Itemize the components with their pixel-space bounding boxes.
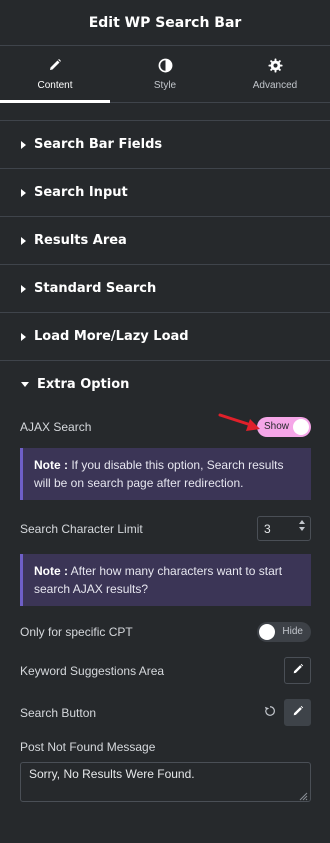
section-label: Extra Option (37, 377, 130, 392)
section-standard-search[interactable]: Standard Search (0, 264, 330, 312)
specific-cpt-toggle[interactable]: Hide (257, 622, 311, 642)
tab-style[interactable]: Style (110, 46, 220, 102)
caret-right-icon (21, 284, 26, 293)
panel-title: Edit WP Search Bar (0, 0, 330, 46)
toggle-knob (293, 419, 309, 435)
ajax-search-label: AJAX Search (20, 420, 92, 434)
specific-cpt-label: Only for specific CPT (20, 625, 133, 639)
search-button-controls (264, 699, 311, 726)
keyword-area-label: Keyword Suggestions Area (20, 663, 165, 678)
caret-right-icon (21, 332, 26, 341)
section-label: Load More/Lazy Load (34, 329, 189, 344)
caret-down-icon (21, 382, 29, 387)
caret-right-icon (21, 236, 26, 245)
resize-grip-icon[interactable] (299, 790, 308, 801)
toggle-show-label: Show (264, 421, 290, 432)
caret-right-icon (21, 188, 26, 197)
toggle-hide-label: Hide (282, 626, 303, 637)
reset-icon[interactable] (264, 705, 276, 720)
not-found-message-value: Sorry, No Results Were Found. (29, 767, 195, 781)
char-limit-row: Search Character Limit 3 (0, 516, 330, 541)
note-text: If you disable this option, Search resul… (34, 458, 284, 490)
ajax-search-toggle[interactable]: Show (257, 417, 311, 437)
note-prefix: Note : (34, 564, 68, 578)
tab-style-label: Style (153, 80, 177, 91)
note-prefix: Note : (34, 458, 68, 472)
tab-advanced[interactable]: Advanced (220, 46, 330, 102)
pencil-icon (292, 663, 304, 678)
toggle-knob (259, 624, 275, 640)
search-button-edit-button[interactable] (284, 699, 311, 726)
tab-advanced-label: Advanced (252, 80, 298, 91)
search-button-label: Search Button (20, 705, 97, 720)
tab-bar: Content Style Advanced (0, 46, 330, 103)
pencil-icon (47, 57, 63, 73)
not-found-message-field[interactable]: Sorry, No Results Were Found. (20, 762, 311, 802)
char-limit-note: Note : After how many characters want to… (20, 554, 311, 606)
section-label: Search Input (34, 185, 128, 200)
section-search-input[interactable]: Search Input (0, 168, 330, 216)
spinner-icon[interactable] (299, 520, 305, 531)
keyword-area-edit-button[interactable] (284, 657, 311, 684)
ajax-search-row: AJAX Search Show (0, 416, 330, 438)
specific-cpt-row: Only for specific CPT Hide (0, 621, 330, 643)
red-arrow-annotation (218, 412, 262, 439)
tab-content[interactable]: Content (0, 46, 110, 103)
char-limit-input[interactable]: 3 (257, 516, 311, 541)
keyword-area-row: Keyword Suggestions Area (0, 657, 330, 684)
not-found-label-row: Post Not Found Message (0, 738, 330, 756)
section-extra-option[interactable]: Extra Option (0, 360, 330, 408)
section-load-more[interactable]: Load More/Lazy Load (0, 312, 330, 360)
not-found-label: Post Not Found Message (20, 740, 156, 754)
gear-icon (267, 57, 283, 73)
half-circle-icon (157, 57, 173, 73)
note-text: After how many characters want to start … (34, 564, 283, 596)
char-limit-value: 3 (264, 522, 271, 536)
section-results-area[interactable]: Results Area (0, 216, 330, 264)
search-button-row: Search Button (0, 699, 330, 726)
tab-content-label: Content (37, 80, 73, 91)
section-search-bar-fields[interactable]: Search Bar Fields (0, 120, 330, 168)
char-limit-label: Search Character Limit (20, 521, 143, 536)
section-label: Standard Search (34, 281, 157, 296)
pencil-icon (292, 705, 304, 720)
ajax-note: Note : If you disable this option, Searc… (20, 448, 311, 500)
caret-right-icon (21, 140, 26, 149)
section-label: Results Area (34, 233, 127, 248)
section-label: Search Bar Fields (34, 137, 163, 152)
